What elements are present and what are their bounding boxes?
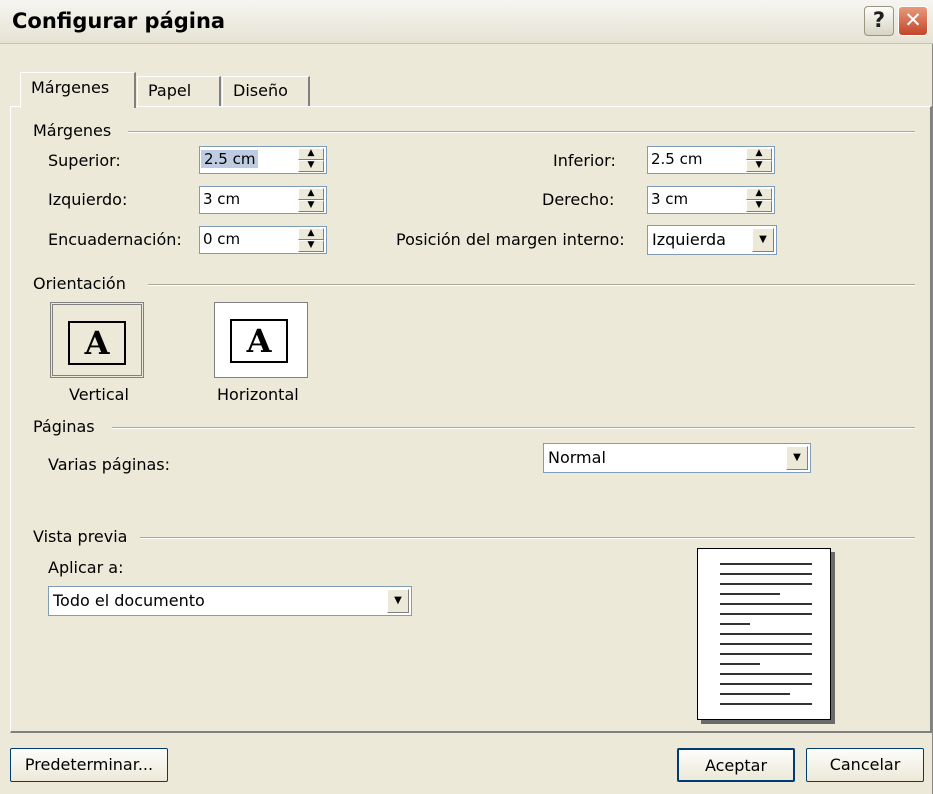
preview-group-label: Vista previa — [33, 527, 128, 546]
derecho-value[interactable]: 3 cm — [651, 190, 688, 208]
preview-line — [720, 703, 812, 705]
title-bar: Configurar página ? ✕ — [0, 0, 933, 44]
pages-separator — [112, 427, 915, 429]
chevron-down-icon[interactable]: ▼ — [786, 446, 808, 470]
preview-line — [720, 603, 812, 605]
varias-paginas-dropdown[interactable]: Normal ▼ — [543, 443, 811, 473]
tab-papel[interactable]: Papel — [137, 76, 221, 106]
orientation-separator — [148, 284, 915, 286]
preview-line — [720, 673, 812, 675]
preview-separator — [140, 537, 915, 539]
preview-line — [720, 593, 780, 595]
spin-down-icon[interactable]: ▼ — [746, 200, 772, 212]
preview-line — [720, 663, 760, 665]
preview-line — [720, 573, 812, 575]
encuadernacion-label: Encuadernación: — [48, 230, 182, 249]
horizontal-orientation-option[interactable]: A — [214, 302, 308, 378]
cancelar-button[interactable]: Cancelar — [806, 748, 924, 782]
encuadernacion-spinner[interactable]: 0 cm ▲ ▼ — [199, 226, 327, 254]
dialog-title: Configurar página — [12, 9, 226, 33]
spin-up-icon[interactable]: ▲ — [298, 188, 324, 200]
spin-down-icon[interactable]: ▼ — [746, 160, 772, 172]
varias-paginas-label: Varias páginas: — [48, 455, 170, 474]
pages-group-label: Páginas — [33, 417, 95, 436]
aplicar-value[interactable]: Todo el documento — [53, 591, 205, 610]
inferior-value[interactable]: 2.5 cm — [651, 150, 702, 168]
superior-value[interactable]: 2.5 cm — [201, 150, 259, 168]
horizontal-label[interactable]: Horizontal — [217, 385, 299, 404]
orientation-group-label: Orientación — [33, 274, 126, 293]
aceptar-button[interactable]: Aceptar — [677, 748, 795, 782]
izquierdo-label: Izquierdo: — [48, 190, 128, 209]
preview-line — [720, 623, 750, 625]
superior-spin-buttons[interactable]: ▲ ▼ — [298, 148, 324, 172]
vertical-orientation-option[interactable]: A — [50, 302, 144, 378]
page-setup-dialog: Configurar página ? ✕ Márgenes Papel Dis… — [0, 0, 933, 794]
inferior-spinner[interactable]: 2.5 cm ▲ ▼ — [647, 146, 775, 174]
preview-line — [720, 683, 812, 685]
page-preview-thumbnail — [697, 548, 831, 720]
izquierdo-value[interactable]: 3 cm — [203, 190, 240, 208]
tab-margenes[interactable]: Márgenes — [20, 72, 136, 108]
spin-up-icon[interactable]: ▲ — [298, 228, 324, 240]
tab-diseno[interactable]: Diseño — [222, 76, 310, 106]
spin-down-icon[interactable]: ▼ — [298, 200, 324, 212]
close-button[interactable]: ✕ — [898, 6, 928, 36]
encuadernacion-spin-buttons[interactable]: ▲ ▼ — [298, 228, 324, 252]
spin-down-icon[interactable]: ▼ — [298, 160, 324, 172]
preview-line — [720, 653, 812, 655]
derecho-label: Derecho: — [542, 190, 615, 209]
izquierdo-spin-buttons[interactable]: ▲ ▼ — [298, 188, 324, 212]
encuadernacion-value[interactable]: 0 cm — [203, 230, 240, 248]
derecho-spin-buttons[interactable]: ▲ ▼ — [746, 188, 772, 212]
preview-line — [720, 643, 812, 645]
posicion-dropdown[interactable]: Izquierda ▼ — [647, 225, 777, 255]
superior-label: Superior: — [48, 151, 121, 170]
margins-group-label: Márgenes — [33, 121, 112, 140]
aplicar-label: Aplicar a: — [48, 558, 124, 577]
preview-line — [720, 613, 812, 615]
landscape-page-icon: A — [230, 319, 288, 363]
inferior-spin-buttons[interactable]: ▲ ▼ — [746, 148, 772, 172]
varias-paginas-value[interactable]: Normal — [548, 448, 606, 467]
spin-down-icon[interactable]: ▼ — [298, 240, 324, 252]
spin-up-icon[interactable]: ▲ — [746, 188, 772, 200]
inferior-label: Inferior: — [553, 151, 616, 170]
derecho-spinner[interactable]: 3 cm ▲ ▼ — [647, 186, 775, 214]
preview-line — [720, 693, 790, 695]
spin-up-icon[interactable]: ▲ — [298, 148, 324, 160]
posicion-value[interactable]: Izquierda — [652, 230, 726, 249]
preview-line — [720, 633, 812, 635]
preview-line — [720, 583, 812, 585]
preview-line — [720, 563, 812, 565]
predeterminar-button[interactable]: Predeterminar... — [10, 748, 168, 782]
chevron-down-icon[interactable]: ▼ — [752, 228, 774, 252]
spin-up-icon[interactable]: ▲ — [746, 148, 772, 160]
aplicar-dropdown[interactable]: Todo el documento ▼ — [48, 586, 412, 616]
margins-separator — [128, 131, 915, 133]
izquierdo-spinner[interactable]: 3 cm ▲ ▼ — [199, 186, 327, 214]
superior-spinner[interactable]: 2.5 cm ▲ ▼ — [199, 146, 327, 174]
help-button[interactable]: ? — [864, 6, 894, 36]
vertical-label[interactable]: Vertical — [69, 385, 129, 404]
portrait-page-icon: A — [68, 321, 126, 365]
posicion-label: Posición del margen interno: — [396, 230, 625, 249]
chevron-down-icon[interactable]: ▼ — [387, 589, 409, 613]
